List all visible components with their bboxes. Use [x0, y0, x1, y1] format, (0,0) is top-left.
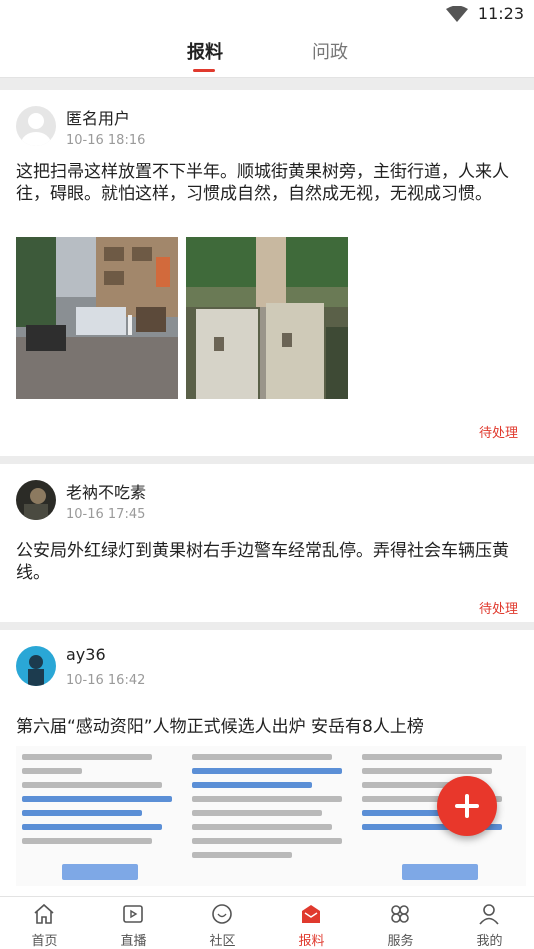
wifi-icon: [446, 6, 468, 22]
document-section-badge: [62, 864, 138, 880]
community-icon: [212, 904, 232, 924]
profile-icon: [479, 904, 499, 925]
post-date: 10-16 17:45: [66, 507, 146, 522]
status-bar: 11:23: [0, 0, 534, 28]
tab-inquiry[interactable]: 问政: [312, 38, 348, 64]
avatar[interactable]: [16, 106, 56, 146]
post-image[interactable]: [186, 746, 356, 886]
post-date: 10-16 18:16: [66, 133, 146, 148]
post-date: 10-16 16:42: [66, 673, 146, 688]
post-image[interactable]: [16, 237, 178, 399]
post-card[interactable]: 匿名用户 10-16 18:16 这把扫帚这样放置不下半年。顺城街黄果树旁，主街…: [0, 90, 534, 456]
active-tab-indicator: [193, 69, 215, 72]
post-content[interactable]: 公安局外红绿灯到黄果树右手边警车经常乱停。弄得社会车辆压黄线。: [16, 540, 518, 584]
top-tab-bar: 报料 问政: [0, 28, 534, 78]
nav-label: 我的: [476, 934, 503, 949]
clock: 11:23: [477, 4, 524, 23]
nav-live[interactable]: 直播: [89, 897, 178, 949]
username[interactable]: ay36: [66, 645, 106, 664]
nav-label: 社区: [209, 934, 236, 949]
username[interactable]: 匿名用户: [66, 105, 130, 129]
post-feed[interactable]: 匿名用户 10-16 18:16 这把扫帚这样放置不下半年。顺城街黄果树旁，主街…: [0, 78, 534, 896]
report-icon: [302, 905, 320, 923]
nav-report[interactable]: 报料: [267, 897, 356, 949]
post-content[interactable]: 这把扫帚这样放置不下半年。顺城街黄果树旁，主街行道，人来人往，碍眼。就怕这样，习…: [16, 161, 518, 205]
post-image[interactable]: [16, 746, 186, 886]
user-avatar-image: [16, 646, 56, 686]
nav-label: 直播: [120, 934, 147, 949]
add-report-button[interactable]: [437, 776, 497, 836]
tab-report[interactable]: 报料: [187, 38, 223, 64]
nav-label: 服务: [387, 934, 414, 949]
nav-label: 报料: [298, 934, 325, 949]
post-image[interactable]: [186, 237, 348, 399]
avatar[interactable]: [16, 646, 56, 686]
nav-label: 首页: [31, 934, 58, 949]
post-card[interactable]: 老衲不吃素 10-16 17:45 公安局外红绿灯到黄果树右手边警车经常乱停。弄…: [0, 464, 534, 622]
nav-community[interactable]: 社区: [178, 897, 267, 949]
status-label: 待处理: [478, 426, 518, 441]
status-label: 待处理: [478, 602, 518, 617]
post-content[interactable]: 第六届“感动资阳”人物正式候选人出炉 安岳有8人上榜: [16, 716, 518, 738]
bottom-nav: 首页 直播 社区 报料 服务 我的: [0, 896, 534, 949]
username[interactable]: 老衲不吃素: [66, 479, 146, 503]
live-icon: [123, 905, 143, 923]
service-icon: [391, 905, 409, 923]
user-avatar-image: [16, 480, 56, 520]
street-photo: [16, 237, 178, 399]
home-icon: [34, 903, 54, 924]
utility-box-photo: [186, 237, 348, 399]
nav-service[interactable]: 服务: [356, 897, 445, 949]
nav-profile[interactable]: 我的: [445, 897, 534, 949]
avatar[interactable]: [16, 480, 56, 520]
nav-home[interactable]: 首页: [0, 897, 89, 949]
default-avatar-icon: [16, 106, 56, 146]
document-section-badge: [402, 864, 478, 880]
